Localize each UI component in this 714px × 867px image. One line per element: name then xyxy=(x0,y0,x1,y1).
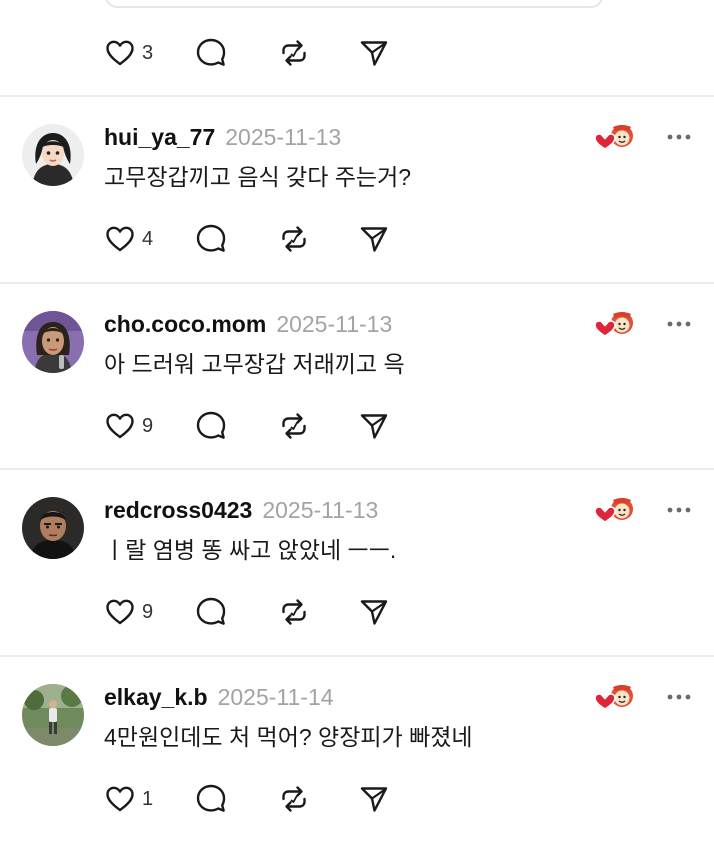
post-action-bar: 3 xyxy=(104,36,390,70)
more-options-icon[interactable] xyxy=(664,687,694,707)
comment-header: hui_ya_77 2025-11-13 xyxy=(104,121,341,153)
avatar[interactable] xyxy=(22,497,84,559)
avatar[interactable] xyxy=(22,684,84,746)
comment-item: redcross0423 2025-11-13 ㅣ랄 염병 똥 싸고 앉았네 ㅡㅡ… xyxy=(0,494,714,680)
share-send-icon xyxy=(358,223,390,255)
comment-bubble-icon xyxy=(194,782,228,816)
repost-icon xyxy=(278,223,310,255)
divider xyxy=(0,95,714,97)
username[interactable]: cho.coco.mom xyxy=(104,311,266,337)
share-send-icon xyxy=(358,37,390,69)
like-count: 9 xyxy=(142,601,154,623)
like-count: 3 xyxy=(142,42,154,64)
like-count: 9 xyxy=(142,415,154,437)
repost-icon xyxy=(278,596,310,628)
like-button[interactable]: 3 xyxy=(104,36,194,70)
reply-button[interactable] xyxy=(194,595,278,629)
repost-button[interactable] xyxy=(278,222,358,256)
comment-bubble-icon xyxy=(194,409,228,443)
comment-action-bar: 4 xyxy=(104,222,390,256)
divider xyxy=(0,282,714,284)
heart-icon xyxy=(104,37,136,69)
share-button[interactable] xyxy=(358,595,390,629)
comment-bubble-icon xyxy=(194,36,228,70)
like-button[interactable]: 9 xyxy=(104,595,194,629)
more-options-icon[interactable] xyxy=(664,500,694,520)
more-options-icon[interactable] xyxy=(664,127,694,147)
heart-icon xyxy=(104,783,136,815)
author-liked-reaction-icon xyxy=(592,123,636,153)
username[interactable]: elkay_k.b xyxy=(104,684,208,710)
author-liked-reaction-icon xyxy=(592,683,636,713)
outdoor-person-avatar-icon xyxy=(22,684,84,746)
comment-action-bar: 9 xyxy=(104,595,390,629)
previous-post-media-card xyxy=(105,0,603,8)
more-options-icon[interactable] xyxy=(664,314,694,334)
avatar[interactable] xyxy=(22,124,84,186)
author-liked-reaction-icon xyxy=(592,496,636,526)
comment-date: 2025-11-14 xyxy=(217,684,334,710)
share-send-icon xyxy=(358,410,390,442)
like-count: 1 xyxy=(142,788,154,810)
reply-button[interactable] xyxy=(194,222,278,256)
reply-button[interactable] xyxy=(194,782,278,816)
comment-text: 고무장갑끼고 음식 갖다 주는거? xyxy=(104,164,412,190)
repost-button[interactable] xyxy=(278,782,358,816)
repost-icon xyxy=(278,783,310,815)
heart-icon xyxy=(104,596,136,628)
share-send-icon xyxy=(358,783,390,815)
comment-date: 2025-11-13 xyxy=(276,311,393,337)
like-count: 4 xyxy=(142,228,154,250)
divider xyxy=(0,655,714,657)
man-photo-avatar-icon xyxy=(22,497,84,559)
author-liked-reaction-icon xyxy=(592,310,636,340)
comment-header: elkay_k.b 2025-11-14 xyxy=(104,681,334,713)
share-button[interactable] xyxy=(358,222,390,256)
username[interactable]: redcross0423 xyxy=(104,497,252,523)
repost-button[interactable] xyxy=(278,409,358,443)
repost-icon xyxy=(278,37,310,69)
share-send-icon xyxy=(358,596,390,628)
comment-text: 4만원인데도 처 먹어? 양장피가 빠졌네 xyxy=(104,724,473,750)
cartoon-woman-avatar-icon xyxy=(22,124,84,186)
reply-button[interactable] xyxy=(194,36,278,70)
woman-photo-avatar-icon xyxy=(22,311,84,373)
heart-icon xyxy=(104,410,136,442)
share-button[interactable] xyxy=(358,36,390,70)
reply-button[interactable] xyxy=(194,409,278,443)
comment-action-bar: 1 xyxy=(104,782,390,816)
like-button[interactable]: 1 xyxy=(104,782,194,816)
comment-date: 2025-11-13 xyxy=(225,124,342,150)
avatar[interactable] xyxy=(22,311,84,373)
like-button[interactable]: 9 xyxy=(104,409,194,443)
comment-bubble-icon xyxy=(194,222,228,256)
like-button[interactable]: 4 xyxy=(104,222,194,256)
username[interactable]: hui_ya_77 xyxy=(104,124,215,150)
comment-item: elkay_k.b 2025-11-14 4만원인데도 처 먹어? 양장피가 빠졌… xyxy=(0,681,714,867)
comment-header: cho.coco.mom 2025-11-13 xyxy=(104,308,392,340)
comment-action-bar: 9 xyxy=(104,409,390,443)
repost-button[interactable] xyxy=(278,595,358,629)
share-button[interactable] xyxy=(358,782,390,816)
heart-icon xyxy=(104,223,136,255)
divider xyxy=(0,468,714,470)
share-button[interactable] xyxy=(358,409,390,443)
comment-header: redcross0423 2025-11-13 xyxy=(104,494,378,526)
repost-button[interactable] xyxy=(278,36,358,70)
comment-item: cho.coco.mom 2025-11-13 아 드러워 고무장갑 저래끼고 윽… xyxy=(0,308,714,494)
comment-item: hui_ya_77 2025-11-13 고무장갑끼고 음식 갖다 주는거? 4 xyxy=(0,121,714,307)
comment-text: ㅣ랄 염병 똥 싸고 앉았네 ㅡㅡ. xyxy=(104,537,397,563)
repost-icon xyxy=(278,410,310,442)
comment-date: 2025-11-13 xyxy=(262,497,379,523)
comment-bubble-icon xyxy=(194,595,228,629)
comment-text: 아 드러워 고무장갑 저래끼고 윽 xyxy=(104,351,405,377)
